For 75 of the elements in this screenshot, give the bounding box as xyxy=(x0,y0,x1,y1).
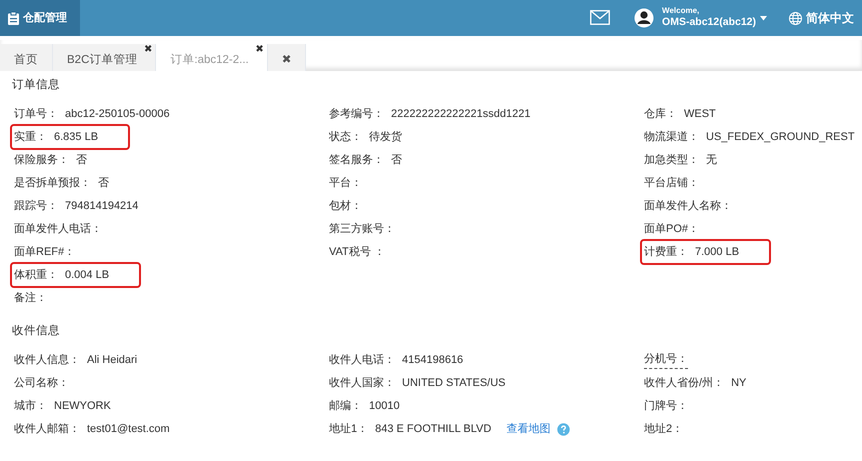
field-value: Ali Heidari xyxy=(87,352,138,368)
field-label: 跟踪号： xyxy=(14,198,58,214)
field-label: 面单REF#： xyxy=(14,244,76,260)
tab[interactable]: 订单:abc12-2... ✖ xyxy=(156,44,268,71)
field-label: 地址1： xyxy=(329,422,368,437)
field-label: 加急类型： xyxy=(644,152,699,168)
field-value: abc12-250105-00006 xyxy=(65,106,170,122)
section-title: 收件信息 xyxy=(12,324,61,340)
field-label: 面单PO#： xyxy=(644,222,700,236)
field-label: 平台店铺： xyxy=(644,176,699,190)
field-value: US_FEDEX_GROUND_REST xyxy=(706,130,855,144)
field-label: 是否拆单预报： xyxy=(14,176,91,190)
field-label: 仓库： xyxy=(644,106,677,122)
field-value: 无 xyxy=(706,152,717,168)
field-label: 收件人省份/州： xyxy=(644,376,724,391)
field-value: 4154198616 xyxy=(402,352,464,368)
field-value: 否 xyxy=(98,176,109,190)
user-name[interactable]: OMS-abc12(abc12) xyxy=(662,16,756,30)
field-label: 备注： xyxy=(14,290,47,306)
field-value: 待发货 xyxy=(369,130,402,144)
help-icon[interactable] xyxy=(557,422,570,436)
globe-icon[interactable] xyxy=(789,12,802,24)
field-label: 收件人国家： xyxy=(329,376,395,391)
field-label: VAT税号 ： xyxy=(329,244,385,260)
tab-close-icon[interactable]: ✖ xyxy=(144,42,152,57)
mail-icon[interactable] xyxy=(590,9,610,27)
field-value: 0.004 LB xyxy=(65,268,110,282)
tab[interactable]: B2C订单管理 ✖ xyxy=(53,44,156,71)
field-label: 包材： xyxy=(329,198,362,214)
field-label: 收件人邮箱： xyxy=(14,422,80,437)
view-map-link[interactable]: 查看地图 xyxy=(506,420,550,438)
field-value: test01@test.com xyxy=(87,422,170,437)
field-label: 实重： xyxy=(14,130,47,144)
field-value: 否 xyxy=(76,152,87,168)
tab[interactable]: 首页 xyxy=(0,44,53,71)
field-label: 体积重： xyxy=(14,268,58,282)
field-label: 面单发件人电话： xyxy=(14,222,102,236)
field-value: 否 xyxy=(391,152,402,168)
field-label: 城市： xyxy=(14,398,47,414)
field-label: 第三方账号： xyxy=(329,222,395,236)
field-label: 订单号： xyxy=(14,106,58,122)
field-label: 邮编： xyxy=(329,398,362,414)
language-selector[interactable]: 简体中文 xyxy=(806,9,854,27)
field-label: 签名服务： xyxy=(329,152,384,168)
clipboard-icon xyxy=(8,12,19,24)
field-value: NEWYORK xyxy=(54,398,111,414)
field-label: 保险服务： xyxy=(14,152,69,168)
field-label: 门牌号： xyxy=(644,398,688,414)
section-title: 订单信息 xyxy=(12,78,61,93)
field-label: 平台： xyxy=(329,176,362,190)
caret-icon[interactable] xyxy=(760,16,767,20)
avatar-icon xyxy=(634,8,654,28)
field-value: 794814194214 xyxy=(65,198,138,214)
field-label: 收件人信息： xyxy=(14,352,80,368)
field-value: 222222222222221ssdd1221 xyxy=(391,106,530,122)
field-label: 收件人电话： xyxy=(329,352,395,368)
tab-close-icon[interactable]: ✖ xyxy=(255,42,264,57)
field-value: NY xyxy=(731,376,746,391)
field-value: 6.835 LB xyxy=(54,130,98,144)
app-title: 仓配管理 xyxy=(23,10,67,26)
tab[interactable]: ✖ xyxy=(268,44,306,71)
welcome-text: Welcome, xyxy=(662,6,700,16)
field-label: 物流渠道： xyxy=(644,130,699,144)
field-label: 公司名称： xyxy=(14,376,69,391)
field-value: WEST xyxy=(684,106,716,122)
field-label: 分机号： xyxy=(644,351,688,369)
field-value: 7.000 LB xyxy=(695,244,740,260)
field-label: 计费重： xyxy=(644,244,688,260)
field-label: 地址2： xyxy=(644,422,684,437)
field-label: 状态： xyxy=(329,130,362,144)
field-value: 10010 xyxy=(369,398,400,414)
field-label: 参考编号： xyxy=(329,106,384,122)
field-value: 843 E FOOTHILL BLVD xyxy=(375,422,492,437)
field-value: UNITED STATES/US xyxy=(402,376,506,391)
field-label: 面单发件人名称： xyxy=(644,198,732,214)
